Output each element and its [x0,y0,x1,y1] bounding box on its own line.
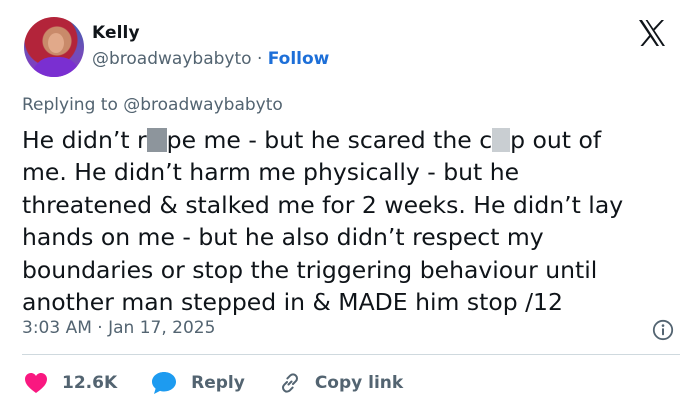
tweet-line-1: He didn’t r pe me - but he scared the c p … [22,124,692,156]
tweet-line-3: threatened & stalked me for 2 weeks. He … [22,190,624,219]
author-handle[interactable]: @broadwaybabyto [92,49,252,69]
tweet-line-4: hands on me - but he also didn’t respect… [22,223,544,252]
tweet-line-6: another man stepped in & MADE him stop /… [22,288,563,317]
replying-to: Replying to @broadwaybabyto [22,95,283,115]
like-count: 12.6K [62,373,118,393]
timestamp-separator: · [97,318,103,338]
like-button[interactable]: 12.6K [24,372,117,394]
avatar[interactable] [24,17,84,77]
tweet-text: He didn’t r pe me - but he scared the c p … [22,124,692,318]
handle-row: @broadwaybabyto · Follow [92,49,329,69]
tweet-line-5: boundaries or stop the triggering behavi… [22,255,598,284]
tweet-time: 3:03 AM [22,318,92,338]
reply-button[interactable]: Reply [151,371,245,395]
author-name[interactable]: Kelly [92,23,140,43]
avatar-shirt [32,57,80,77]
speech-bubble-icon [152,372,177,394]
tweet-line-2: me. He didn’t harm me physically - but h… [22,158,520,187]
x-logo-icon[interactable] [637,19,667,47]
replying-to-handle[interactable]: @broadwaybabyto [123,95,283,115]
tweet-line-1-part-a: He didn’t r [22,126,147,154]
copy-link-label: Copy link [314,373,404,393]
tweet-date: Jan 17, 2025 [108,318,216,338]
action-bar: 12.6K Reply Copy link [24,370,437,396]
reply-label: Reply [191,373,245,393]
tweet-line-1-part-c: p out of [510,126,602,154]
copy-link-button[interactable]: Copy link [279,372,403,394]
tweet-line-1-part-b: pe me - but he scared the c [166,126,493,154]
info-icon[interactable] [652,319,674,341]
heart-icon [25,373,47,393]
timestamp[interactable]: 3:03 AM · Jan 17, 2025 [22,318,215,338]
avatar-face [48,33,64,53]
censor-block [146,128,167,152]
censor-block [492,128,511,152]
link-icon [281,373,298,393]
handle-separator: · [256,49,263,69]
divider [22,354,680,355]
follow-button[interactable]: Follow [268,49,330,69]
replying-to-label: Replying to [22,95,118,115]
